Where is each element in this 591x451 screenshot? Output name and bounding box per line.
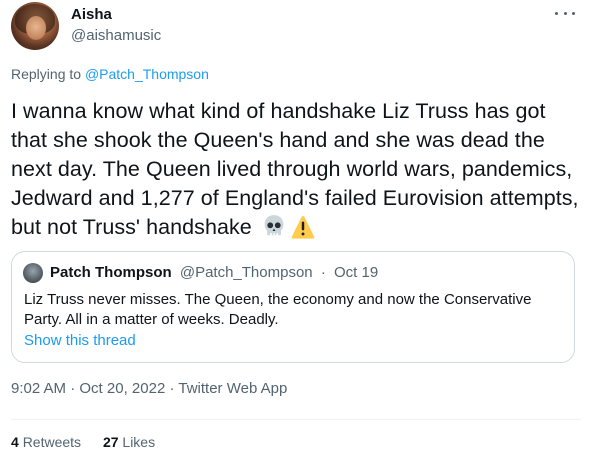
- replying-to: Replying to @Patch_Thompson: [11, 66, 209, 82]
- quoted-text: Liz Truss never misses. The Queen, the e…: [24, 291, 532, 328]
- replying-to-link[interactable]: @Patch_Thompson: [85, 66, 209, 82]
- tweet-time[interactable]: 9:02 AM: [11, 380, 66, 397]
- show-thread-link[interactable]: Show this thread: [24, 332, 136, 349]
- tweet-source[interactable]: Twitter Web App: [178, 380, 287, 397]
- quoted-author-avatar: [23, 263, 43, 283]
- tweet-stats: 4 Retweets 27 Likes: [11, 434, 173, 450]
- author-avatar[interactable]: [11, 2, 59, 50]
- dot: [563, 11, 567, 15]
- skull-emoji-icon: [264, 215, 284, 236]
- tweet-date[interactable]: Oct 20, 2022: [79, 380, 165, 397]
- replying-prefix: Replying to: [11, 66, 85, 82]
- likes-stat[interactable]: 27 Likes: [103, 434, 155, 450]
- meta-separator: ·: [169, 380, 175, 397]
- likes-label: Likes: [122, 434, 156, 450]
- more-options-icon[interactable]: [555, 6, 575, 20]
- quoted-date[interactable]: Oct 19: [334, 264, 378, 281]
- retweets-stat[interactable]: 4 Retweets: [11, 434, 81, 450]
- tweet-meta: 9:02 AM · Oct 20, 2022 · Twitter Web App: [11, 380, 287, 397]
- dot: [572, 11, 575, 15]
- avatar-face: [26, 16, 46, 40]
- quoted-tweet[interactable]: Patch Thompson @Patch_Thompson · Oct 19 …: [11, 251, 575, 363]
- tweet-header: Aisha @aishamusic: [11, 2, 581, 50]
- warning-emoji-icon: [291, 215, 315, 239]
- meta-separator: ·: [70, 380, 76, 397]
- quoted-author-name: Patch Thompson: [50, 264, 172, 281]
- retweets-label: Retweets: [22, 434, 82, 450]
- dot: [555, 11, 558, 15]
- author-name[interactable]: Aisha: [71, 6, 112, 23]
- divider: [11, 419, 581, 420]
- tweet-text: I wanna know what kind of handshake Liz …: [11, 97, 583, 242]
- quoted-header: Patch Thompson @Patch_Thompson · Oct 19: [50, 264, 378, 281]
- quoted-author-handle: @Patch_Thompson: [179, 264, 313, 281]
- likes-count: 27: [102, 434, 119, 450]
- quoted-separator: ·: [320, 264, 326, 281]
- retweets-count: 4: [11, 434, 19, 450]
- author-handle[interactable]: @aishamusic: [71, 27, 161, 44]
